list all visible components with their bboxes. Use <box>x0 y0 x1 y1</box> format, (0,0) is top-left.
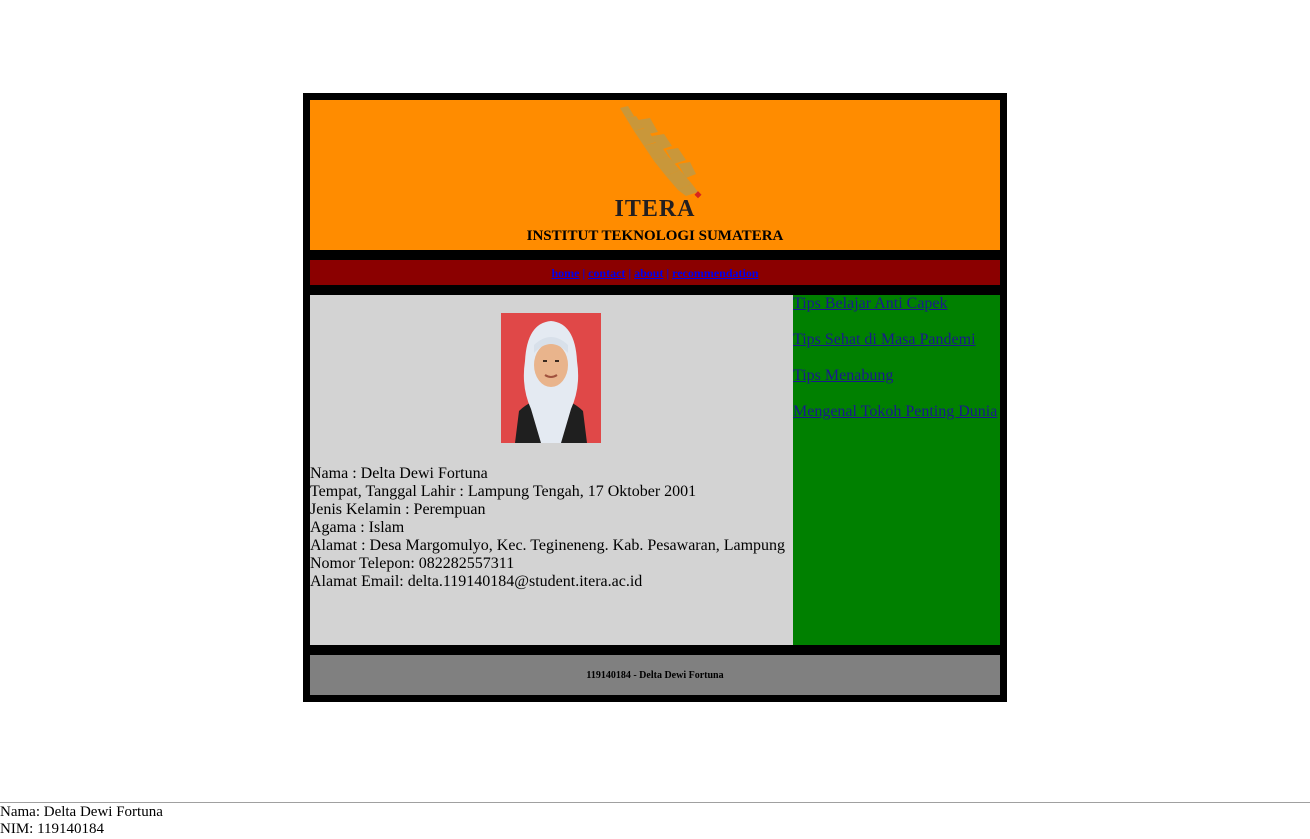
footer-text: 119140184 - Delta Dewi Fortuna <box>586 670 724 681</box>
profile-address: Alamat : Desa Margomulyo, Kec. Teginenen… <box>310 537 786 554</box>
profile-gender: Jenis Kelamin : Perempuan <box>310 501 486 518</box>
logo-text: ITERA <box>614 196 696 222</box>
horizontal-rule <box>0 802 1310 803</box>
sidebar: Tips Belajar Anti Capek Tips Sehat di Ma… <box>793 295 1000 645</box>
profile-birth: Tempat, Tanggal Lahir : Lampung Tengah, … <box>310 483 697 500</box>
nav-separator: | <box>628 266 632 280</box>
header-banner: ITERA INSTITUT TEKNOLOGI SUMATERA <box>310 100 1000 250</box>
footer: 119140184 - Delta Dewi Fortuna <box>310 655 1000 695</box>
nav-link-contact[interactable]: contact <box>588 266 625 280</box>
main-content: Nama : Delta Dewi Fortuna Tempat, Tangga… <box>310 295 793 645</box>
site-title: INSTITUT TEKNOLOGI SUMATERA <box>526 228 784 244</box>
sidebar-link-tips-menabung[interactable]: Tips Menabung <box>793 367 1000 385</box>
sidebar-link-tips-sehat[interactable]: Tips Sehat di Masa Pandemi <box>793 331 1000 349</box>
nav-bar: home | contact | about | recommendation <box>310 260 1000 285</box>
profile-name: Nama : Delta Dewi Fortuna <box>310 465 488 482</box>
nav-separator: | <box>582 266 586 280</box>
bottom-name: Nama: Delta Dewi Fortuna <box>0 804 163 820</box>
itera-logo-icon <box>620 106 702 199</box>
page-frame: ITERA INSTITUT TEKNOLOGI SUMATERA home |… <box>303 93 1007 702</box>
sidebar-link-tips-belajar[interactable]: Tips Belajar Anti Capek <box>793 295 1000 313</box>
portrait-photo <box>501 313 601 443</box>
sidebar-link-tokoh-penting[interactable]: Mengenal Tokoh Penting Dunia <box>793 403 1000 421</box>
bottom-nim: NIM: 119140184 <box>0 821 105 837</box>
profile-email: Alamat Email: delta.119140184@student.it… <box>310 573 643 590</box>
profile-info: Nama : Delta Dewi Fortuna Tempat, Tangga… <box>310 465 785 591</box>
bottom-info: Nama: Delta Dewi Fortuna NIM: 119140184 <box>0 804 163 838</box>
nav-link-recommendation[interactable]: recommendation <box>672 266 758 280</box>
nav-link-about[interactable]: about <box>634 266 663 280</box>
nav-link-home[interactable]: home <box>551 266 579 280</box>
nav-separator: | <box>666 266 670 280</box>
profile-phone: Nomor Telepon: 082282557311 <box>310 555 515 572</box>
profile-religion: Agama : Islam <box>310 519 405 536</box>
